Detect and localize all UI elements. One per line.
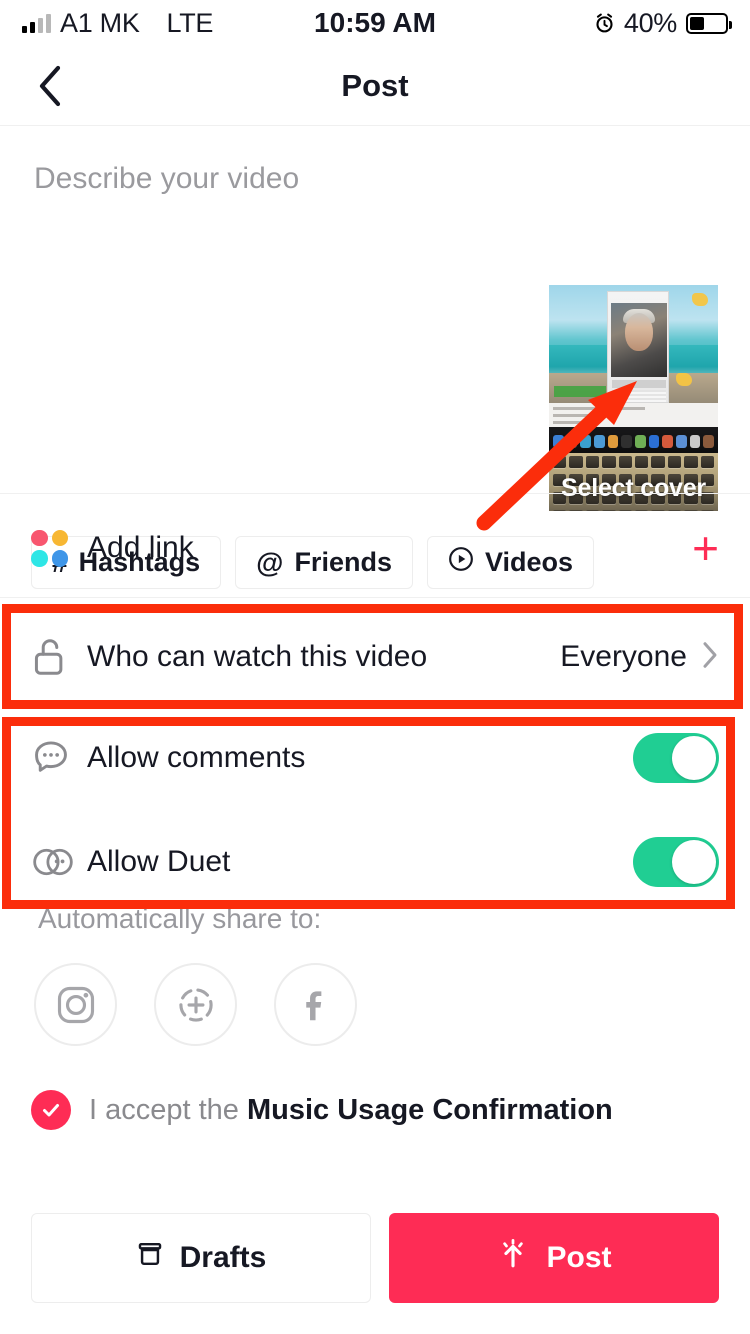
allow-comments-control (633, 733, 719, 783)
unlock-icon (31, 635, 87, 679)
thumbnail-mac-dock (549, 427, 718, 455)
nav-bar: Post (0, 46, 750, 126)
signal-bars-icon (22, 13, 51, 33)
section-divider (0, 597, 750, 598)
network-type-label: LTE (166, 7, 214, 38)
share-instagram-button[interactable] (34, 963, 117, 1046)
music-usage-prefix: I accept the (89, 1093, 247, 1126)
thumbnail-green-caption (554, 386, 606, 397)
carrier-label: A1 MK (60, 7, 140, 38)
allow-duet-row[interactable]: Allow Duet (0, 830, 750, 894)
allow-duet-label: Allow Duet (87, 845, 231, 878)
post-button-label: Post (546, 1241, 612, 1274)
duet-icon (31, 844, 87, 880)
thumbnail-inner-frame (611, 303, 667, 377)
auto-share-targets (34, 963, 357, 1046)
instagram-icon (57, 986, 94, 1023)
post-screen: A1 MK LTE 10:59 AM 40% Post Describe you… (0, 0, 750, 1334)
drafts-button-label: Drafts (179, 1241, 267, 1274)
video-description-input[interactable] (34, 159, 504, 359)
allow-duet-control (633, 837, 719, 887)
status-bar: A1 MK LTE 10:59 AM 40% (0, 0, 750, 46)
facebook-icon (305, 990, 321, 1020)
check-circle-icon[interactable] (31, 1090, 71, 1130)
select-cover-label[interactable]: Select cover (549, 474, 718, 503)
allow-comments-row[interactable]: Allow comments (0, 726, 750, 790)
page-title: Post (341, 67, 409, 103)
auto-share-label: Automatically share to: (38, 903, 322, 934)
add-link-label: Add link (87, 531, 194, 564)
drafts-button[interactable]: Drafts (31, 1213, 371, 1303)
status-bar-right: 40% (594, 7, 732, 39)
privacy-label: Who can watch this video (87, 640, 428, 673)
music-usage-text: I accept the Music Usage Confirmation (89, 1094, 613, 1127)
thumbnail-emoji (692, 293, 708, 306)
thumbnail-browser-bar (549, 403, 718, 429)
instagram-story-icon (178, 987, 213, 1022)
section-divider (0, 493, 750, 494)
thumbnail-emoji (676, 373, 692, 386)
allow-duet-toggle[interactable] (633, 837, 719, 887)
alarm-icon (594, 13, 615, 34)
post-button[interactable]: Post (389, 1213, 719, 1303)
footer-actions: Drafts Post (0, 1213, 750, 1303)
music-usage-consent-row[interactable]: I accept the Music Usage Confirmation (31, 1090, 613, 1130)
allow-comments-toggle[interactable] (633, 733, 719, 783)
allow-comments-label: Allow comments (87, 741, 306, 774)
privacy-value: Everyone (560, 640, 687, 673)
compose-section: Select cover # Hashtags @ Friends Videos (0, 127, 750, 589)
add-link-actions: + (692, 525, 719, 571)
plus-icon[interactable]: + (692, 525, 719, 571)
thumbnail-inner-caption (612, 380, 666, 388)
thumbnail-person-face (625, 313, 653, 351)
music-usage-link[interactable]: Music Usage Confirmation (247, 1094, 613, 1126)
share-instagram-story-button[interactable] (154, 963, 237, 1046)
share-facebook-button[interactable] (274, 963, 357, 1046)
status-bar-left: A1 MK LTE (22, 8, 213, 39)
privacy-row[interactable]: Who can watch this video Everyone (0, 615, 750, 699)
comment-bubble-icon (31, 738, 87, 778)
battery-icon (686, 12, 732, 34)
add-link-row[interactable]: Add link + (0, 514, 750, 582)
chevron-right-icon (701, 640, 719, 675)
battery-percent-label: 40% (623, 7, 677, 38)
thumbnail-inner-rows (612, 390, 666, 402)
thumbnail-inner-video (607, 291, 669, 403)
privacy-value-group: Everyone (560, 640, 719, 675)
cover-thumbnail[interactable]: Select cover (549, 285, 718, 511)
drafts-archive-icon (136, 1240, 164, 1276)
upload-arrow-icon (496, 1237, 530, 1279)
four-dots-icon (31, 529, 87, 567)
